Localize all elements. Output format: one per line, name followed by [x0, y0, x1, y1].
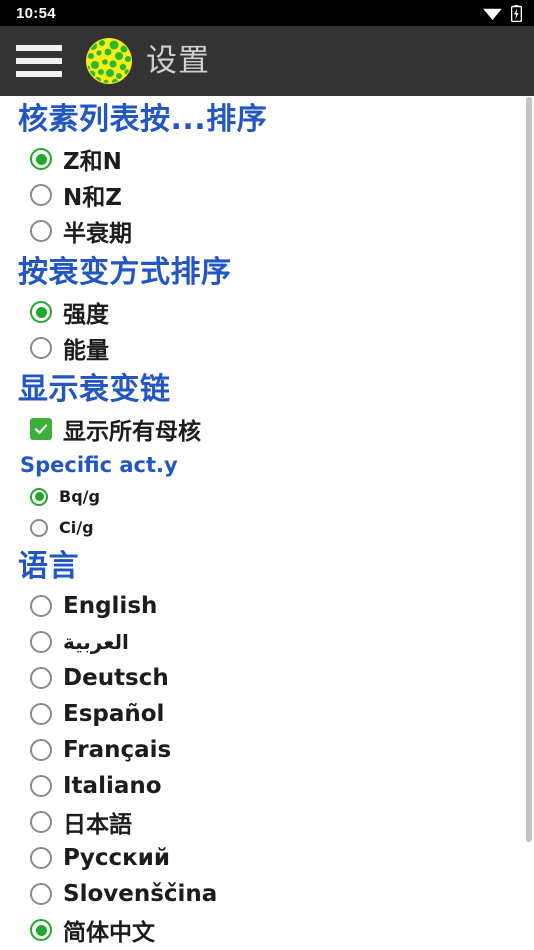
radio-option-row[interactable]: 强度 — [0, 294, 534, 330]
radio-button-unselected[interactable] — [30, 739, 52, 761]
settings-screen: 10:54 设置 核素列表按...排序 Z和N N和Z 半衰期 按衰变方式排序 … — [0, 0, 534, 950]
radio-option-row[interactable]: Bq/g — [0, 481, 534, 512]
radio-option-row[interactable]: Русский — [0, 840, 534, 876]
option-label: العربية — [63, 630, 129, 654]
option-label: 简体中文 — [63, 920, 155, 946]
status-bar-clock: 10:54 — [16, 4, 56, 22]
page-title: 设置 — [146, 42, 210, 79]
option-label: 能量 — [63, 338, 109, 364]
option-label: Bq/g — [59, 487, 100, 506]
radio-button-unselected[interactable] — [30, 667, 52, 689]
battery-charging-icon — [511, 4, 522, 22]
option-label: Русский — [63, 845, 170, 871]
radio-option-row[interactable]: Español — [0, 696, 534, 732]
option-label: Z和N — [63, 149, 122, 175]
radio-option-row[interactable]: 能量 — [0, 330, 534, 366]
radio-option-row[interactable]: Z和N — [0, 141, 534, 177]
option-label: Slovenščina — [63, 881, 218, 907]
radio-button-unselected[interactable] — [30, 184, 52, 206]
vertical-scrollbar[interactable] — [526, 97, 532, 842]
radio-button-unselected[interactable] — [30, 337, 52, 359]
radio-option-row[interactable]: Deutsch — [0, 660, 534, 696]
status-bar: 10:54 — [0, 0, 534, 26]
radio-button-selected[interactable] — [30, 301, 52, 323]
wifi-icon — [483, 6, 502, 20]
section-heading: 显示衰变链 — [18, 372, 171, 407]
radio-option-row[interactable]: 简体中文 — [0, 912, 534, 948]
option-label: 半衰期 — [63, 221, 132, 247]
radio-button-selected[interactable] — [30, 148, 52, 170]
radio-option-row[interactable]: Français — [0, 732, 534, 768]
section-heading: 语言 — [18, 549, 79, 584]
radio-button-selected[interactable] — [30, 919, 52, 941]
radio-option-row[interactable]: 半衰期 — [0, 213, 534, 249]
option-label: Deutsch — [63, 665, 169, 691]
radio-button-unselected[interactable] — [30, 883, 52, 905]
option-label: Français — [63, 737, 172, 763]
option-label: N和Z — [63, 185, 122, 211]
status-bar-icons — [483, 4, 522, 22]
radio-button-unselected[interactable] — [30, 595, 52, 617]
radio-option-row[interactable]: English — [0, 588, 534, 624]
option-label: Italiano — [63, 773, 162, 799]
option-label: Español — [63, 701, 165, 727]
settings-list[interactable]: 核素列表按...排序 Z和N N和Z 半衰期按衰变方式排序强度能量显示衰变链显示所有母… — [0, 96, 534, 950]
radio-button-unselected[interactable] — [30, 703, 52, 725]
section-heading: 核素列表按...排序 — [18, 102, 268, 137]
hamburger-menu-icon[interactable] — [13, 38, 65, 84]
radio-button-unselected[interactable] — [30, 847, 52, 869]
radio-option-row[interactable]: Ci/g — [0, 512, 534, 543]
option-label: 显示所有母核 — [63, 419, 201, 445]
radio-button-unselected[interactable] — [30, 811, 52, 833]
radio-button-unselected[interactable] — [30, 631, 52, 653]
app-bar: 设置 — [0, 26, 534, 96]
radio-option-row[interactable]: 日本語 — [0, 804, 534, 840]
radio-button-selected[interactable] — [30, 487, 48, 506]
radio-option-row[interactable]: Italiano — [0, 768, 534, 804]
option-label: 强度 — [63, 302, 109, 328]
radio-button-unselected[interactable] — [30, 775, 52, 797]
option-label: 日本語 — [63, 812, 132, 838]
radio-option-row[interactable]: N和Z — [0, 177, 534, 213]
option-label: English — [63, 593, 158, 619]
section-heading: 按衰变方式排序 — [18, 255, 232, 290]
radio-button-unselected[interactable] — [30, 518, 48, 537]
section-heading: Specific act.y — [20, 453, 178, 477]
radio-option-row[interactable]: العربية — [0, 624, 534, 660]
option-label: Ci/g — [59, 518, 94, 537]
radio-button-unselected[interactable] — [30, 220, 52, 242]
checkbox-checked[interactable] — [30, 418, 52, 440]
nuclide-app-logo — [86, 38, 132, 84]
radio-option-row[interactable]: Slovenščina — [0, 876, 534, 912]
checkbox-row[interactable]: 显示所有母核 — [0, 411, 534, 447]
